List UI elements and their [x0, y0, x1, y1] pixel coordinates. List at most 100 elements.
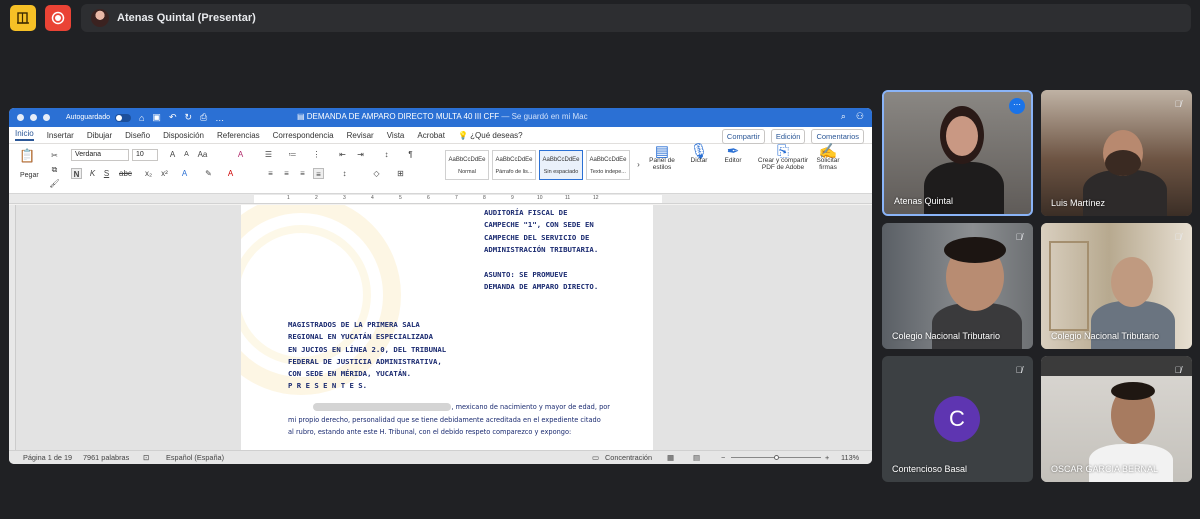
increase-indent-icon[interactable]: ⇥ [355, 149, 366, 160]
multilevel-list-icon[interactable]: ⋮ [311, 149, 322, 160]
create-pdf-button[interactable]: ⎘ Crear y compartir PDF de Adobe [754, 144, 812, 171]
window-zoom-button[interactable] [43, 114, 50, 121]
clear-format-icon[interactable]: A [235, 149, 246, 160]
request-signatures-label: Solicitar firmas [816, 157, 840, 171]
more-options-icon[interactable]: ⋯ [1009, 98, 1025, 114]
tab-revisar[interactable]: Revisar [347, 131, 374, 140]
text-effects-icon[interactable]: A [179, 168, 190, 179]
participant-tile[interactable]: C 🎙̸ Contencioso Basal [882, 356, 1033, 482]
tell-me-search[interactable]: 💡 ¿Qué deseas? [458, 131, 523, 140]
style-normal[interactable]: AaBbCcDdEe Normal [445, 150, 489, 180]
participant-tile[interactable]: ⋯ Atenas Quintal [882, 90, 1033, 216]
superscript-icon[interactable]: x² [159, 168, 170, 179]
autosave-toggle[interactable] [114, 113, 131, 122]
font-name-select[interactable]: Verdana [71, 149, 129, 161]
participant-tile[interactable]: 🎙̸ Colegio Nacional Tributario [882, 223, 1033, 349]
focus-mode[interactable]: Concentración [605, 453, 652, 462]
sort-icon[interactable]: ↕ [381, 149, 392, 160]
numbering-icon[interactable]: ≔ [287, 149, 298, 160]
redo-icon[interactable]: ↻ [184, 112, 192, 123]
more-icon[interactable]: … [215, 113, 224, 123]
justify-icon[interactable]: ≡ [313, 168, 324, 179]
styles-pane-button[interactable]: ▤ Panel de estilos [646, 144, 678, 171]
decrease-indent-icon[interactable]: ⇤ [337, 149, 348, 160]
print-icon[interactable]: ⎙ [200, 112, 207, 123]
highlight-icon[interactable]: ✎ [203, 168, 214, 179]
document-canvas[interactable]: AUDITORÍA FISCAL DE CAMPECHE "1", CON SE… [9, 205, 872, 450]
share-people-icon[interactable]: ⚇ [856, 111, 864, 122]
style-no-spacing[interactable]: AaBbCcDdEe Sin espaciado [539, 150, 583, 180]
mic-off-icon: 🎙̸ [1174, 365, 1182, 375]
page-count[interactable]: Página 1 de 19 [23, 453, 72, 462]
grow-font-icon[interactable]: A [167, 149, 178, 160]
styles-scroll-icon[interactable]: › [633, 159, 644, 170]
bold-icon[interactable]: N [71, 168, 82, 179]
zoom-in-icon[interactable]: + [825, 453, 829, 462]
body-line: , mexicano de nacimiento y mayor de edad… [451, 403, 610, 411]
borders-icon[interactable]: ⊞ [395, 168, 406, 179]
document-page[interactable]: AUDITORÍA FISCAL DE CAMPECHE "1", CON SE… [241, 205, 653, 450]
ruler-number: 8 [483, 195, 486, 201]
word-count[interactable]: 7961 palabras [83, 453, 129, 462]
comments-button[interactable]: Comentarios [811, 129, 864, 144]
zoom-out-icon[interactable]: − [721, 453, 725, 462]
change-case-icon[interactable]: Aa [197, 149, 208, 160]
copy-icon[interactable]: ⧉ [49, 164, 60, 175]
font-color-icon[interactable]: A [225, 168, 236, 179]
participant-tile[interactable]: 🎙̸ Colegio Nacional Tributario [1041, 223, 1192, 349]
undo-icon[interactable]: ↶ [169, 112, 177, 123]
recording-button[interactable] [45, 5, 71, 31]
style-list-paragraph[interactable]: AaBbCcDdEe Párrafo de lis... [492, 150, 536, 180]
request-signatures-button[interactable]: ✍ Solicitar firmas [815, 144, 841, 171]
underline-icon[interactable]: S [101, 168, 112, 179]
language[interactable]: Español (España) [166, 453, 224, 462]
presenter-bar[interactable]: Atenas Quintal (Presentar) [81, 4, 1191, 32]
subscript-icon[interactable]: x₂ [143, 168, 154, 179]
tab-diseno[interactable]: Diseño [125, 131, 150, 140]
window-close-button[interactable] [17, 114, 24, 121]
tab-disposicion[interactable]: Disposición [163, 131, 204, 140]
participant-tile[interactable]: 🎙̸ OSCAR GARCIA BERNAL [1041, 356, 1192, 482]
paragraph-marks-icon[interactable]: ¶ [405, 149, 416, 160]
cut-icon[interactable]: ✂ [49, 150, 60, 161]
tab-acrobat[interactable]: Acrobat [417, 131, 445, 140]
bullets-icon[interactable]: ☰ [263, 149, 274, 160]
line-spacing-icon[interactable]: ↕ [339, 168, 350, 179]
create-pdf-label: Crear y compartir PDF de Adobe [757, 157, 809, 171]
editing-button[interactable]: Edición [770, 129, 806, 144]
shading-icon[interactable]: ◇ [371, 168, 382, 179]
subject-block: ASUNTO: SE PROMUEVE DEMANDA DE AMPARO DI… [484, 269, 608, 294]
editor-button[interactable]: ✒ Editor [719, 144, 747, 164]
tab-referencias[interactable]: Referencias [217, 131, 260, 140]
proofing-icon[interactable]: ⊡ [143, 453, 149, 462]
tab-correspondencia[interactable]: Correspondencia [273, 131, 334, 140]
strikethrough-icon[interactable]: abc [119, 168, 132, 179]
paste-icon[interactable]: 📋 [19, 149, 35, 166]
format-painter-icon[interactable]: 🖌 [49, 178, 60, 189]
tab-vista[interactable]: Vista [387, 131, 405, 140]
tab-dibujar[interactable]: Dibujar [87, 131, 112, 140]
zoom-level[interactable]: 113% [841, 453, 859, 462]
home-icon[interactable]: ⌂ [139, 113, 144, 123]
align-center-icon[interactable]: ≡ [281, 168, 292, 179]
align-left-icon[interactable]: ≡ [265, 168, 276, 179]
search-icon[interactable]: ⌕ [841, 111, 846, 122]
style-body-text[interactable]: AaBbCcDdEe Texto indepe... [586, 150, 630, 180]
subject-line: ASUNTO: SE PROMUEVE [484, 270, 568, 279]
zoom-slider-handle[interactable] [774, 455, 780, 460]
share-button[interactable]: Compartir [721, 129, 765, 144]
focus-icon[interactable]: ▭ [592, 453, 599, 462]
italic-icon[interactable]: K [87, 168, 98, 179]
align-right-icon[interactable]: ≡ [297, 168, 308, 179]
print-layout-icon[interactable]: ▦ [667, 453, 674, 462]
tab-inicio[interactable]: Inicio [15, 129, 34, 141]
web-layout-icon[interactable]: ▤ [693, 453, 700, 462]
window-minimize-button[interactable] [30, 114, 37, 121]
dictate-button[interactable]: 🎙 Dictar [686, 144, 712, 164]
participant-tile[interactable]: 🎙̸ Luis Martínez [1041, 90, 1192, 216]
meeting-info-button[interactable] [10, 5, 36, 31]
shrink-font-icon[interactable]: A [181, 149, 192, 160]
tab-insertar[interactable]: Insertar [47, 131, 74, 140]
save-icon[interactable]: ▣ [152, 112, 161, 123]
font-size-select[interactable]: 10 [132, 149, 158, 161]
